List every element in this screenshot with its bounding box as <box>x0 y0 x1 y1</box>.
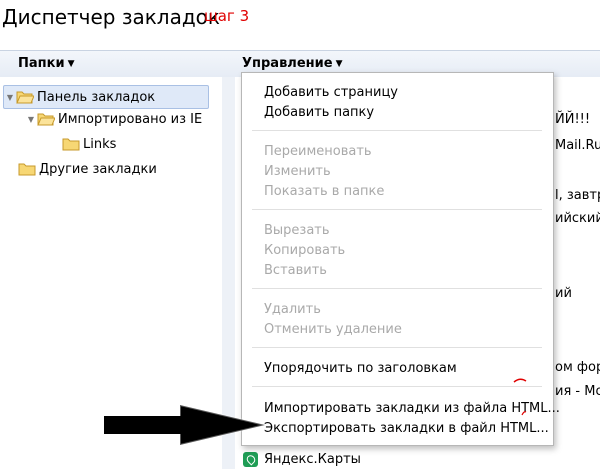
page-title: Диспетчер закладок <box>2 5 220 29</box>
folder-open-icon <box>37 112 55 126</box>
menu-item-export-html[interactable]: Экспортировать закладки в файл HTML... <box>264 421 549 436</box>
menu-item-cut[interactable]: Вырезать <box>264 223 330 238</box>
menu-separator <box>252 386 542 387</box>
menu-item-sort-by-title[interactable]: Упорядочить по заголовкам <box>264 361 457 376</box>
folders-menu-button[interactable]: Папки ▼ <box>18 56 75 71</box>
tree-item-imported-ie[interactable]: ▼ Импортировано из IE <box>25 108 202 130</box>
folder-icon <box>62 137 80 151</box>
manage-menu-label: Управление <box>242 56 333 71</box>
menu-item-undo-delete[interactable]: Отменить удаление <box>264 322 402 337</box>
menu-item-show-in-folder[interactable]: Показать в папке <box>264 184 384 199</box>
bookmark-manager-page: Диспетчер закладок шаг 3 Папки ▼ Управлен… <box>0 0 600 469</box>
map-pin-icon <box>243 452 258 467</box>
manage-dropdown-menu: Добавить страницу Добавить папку Переиме… <box>241 72 560 446</box>
pointer-arrow-icon <box>104 403 266 447</box>
expand-triangle-icon[interactable]: ▼ <box>4 93 16 102</box>
expand-triangle-icon[interactable]: ▼ <box>25 115 37 124</box>
bookmark-text-fragment[interactable]: ийский <box>555 211 600 226</box>
annotation-mark <box>521 411 527 416</box>
caret-down-icon: ▼ <box>335 59 343 69</box>
tree-item-label: Панель закладок <box>37 89 156 105</box>
bookmark-label: Яндекс.Карты <box>264 452 361 467</box>
bookmark-item-yandex-maps[interactable]: Яндекс.Карты <box>243 452 361 467</box>
tree-item-label: Импортировано из IE <box>58 111 203 127</box>
bookmark-text-fragment[interactable]: Mail.Ru <box>555 138 600 153</box>
annotation-mark <box>513 378 527 383</box>
manage-menu-button[interactable]: Управление ▼ <box>242 56 342 71</box>
bookmark-text-fragment[interactable]: l, завтра <box>555 188 600 203</box>
tree-item-label: Links <box>83 136 117 152</box>
step-annotation: шаг 3 <box>204 7 250 25</box>
menu-item-add-folder[interactable]: Добавить папку <box>264 105 374 120</box>
menu-separator <box>252 347 542 348</box>
bookmark-text-fragment[interactable]: ом фору <box>555 360 600 375</box>
menu-item-delete[interactable]: Удалить <box>264 302 321 317</box>
bookmark-text-fragment[interactable]: ия - Мой <box>555 384 600 399</box>
folder-open-icon <box>16 90 34 104</box>
menu-item-import-html[interactable]: Импортировать закладки из файла HTML... <box>264 401 560 416</box>
menu-separator <box>252 209 542 210</box>
bookmark-text-fragment[interactable]: ий <box>555 286 572 301</box>
menu-item-add-page[interactable]: Добавить страницу <box>264 85 398 100</box>
tree-item-other-bookmarks[interactable]: Другие закладки <box>18 158 157 180</box>
menu-item-copy[interactable]: Копировать <box>264 243 345 258</box>
tree-item-label: Другие закладки <box>39 161 157 177</box>
menu-item-paste[interactable]: Вставить <box>264 263 327 278</box>
tree-item-bookmarks-bar[interactable]: ▼ Панель закладок <box>3 85 209 109</box>
tree-item-links[interactable]: Links <box>62 133 116 155</box>
menu-separator <box>252 130 542 131</box>
menu-separator <box>252 288 542 289</box>
menu-item-edit[interactable]: Изменить <box>264 164 331 179</box>
caret-down-icon: ▼ <box>67 59 75 69</box>
folder-icon <box>18 162 36 176</box>
bookmark-text-fragment[interactable]: ЙЙ!!! <box>555 112 590 127</box>
folders-menu-label: Папки <box>18 56 65 71</box>
menu-item-rename[interactable]: Переименовать <box>264 144 372 159</box>
